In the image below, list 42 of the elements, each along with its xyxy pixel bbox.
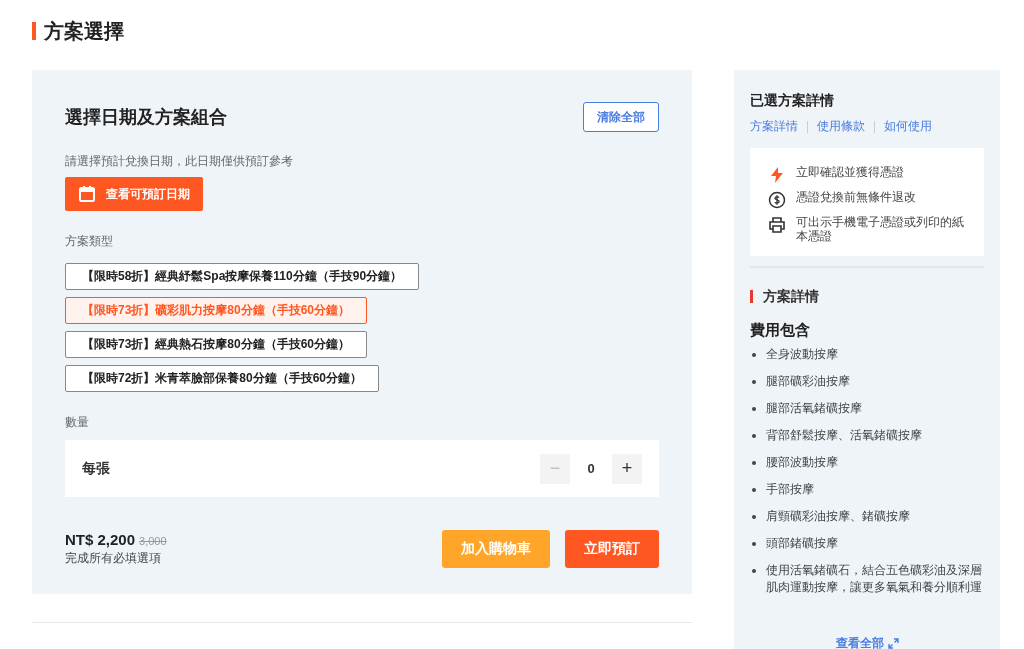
plan-type-label: 方案類型 xyxy=(65,233,114,250)
quantity-value: 0 xyxy=(586,461,596,476)
plus-button[interactable]: + xyxy=(612,453,642,484)
book-now-button[interactable]: 立即預訂 xyxy=(565,530,659,568)
feature-text: 可出示手機電子憑證或列印的紙本憑證 xyxy=(796,215,965,244)
included-item: 肩頸礦彩油按摩、鍺礦按摩 xyxy=(766,508,910,524)
included-item: 腰部波動按摩 xyxy=(766,454,838,470)
included-item: 全身波動按摩 xyxy=(766,346,838,362)
plan-details-heading: 方案詳情 xyxy=(763,287,819,306)
price: NT$ 2,200 xyxy=(65,531,136,548)
plan-option[interactable]: 【限時73折】礦彩肌力按摩80分鐘（手技60分鐘） xyxy=(65,297,368,324)
clear-button[interactable]: 清除全部 xyxy=(583,102,659,132)
dollar-icon xyxy=(768,191,786,209)
printer-icon xyxy=(768,216,786,234)
included-item: 頭部鍺礦按摩 xyxy=(766,535,838,551)
expand-icon xyxy=(887,638,899,649)
lightning-icon xyxy=(768,166,786,184)
includes-title: 費用包含 xyxy=(750,320,811,340)
feature-text: 憑證兌換前無條件退改 xyxy=(796,190,916,205)
date-button[interactable]: 查看可預訂日期 xyxy=(65,177,203,211)
details-link[interactable]: 使用條款 xyxy=(817,118,865,135)
included-item: 腿部礦彩油按摩 xyxy=(766,373,850,389)
included-item: 背部舒鬆按摩、活氧鍺礦按摩 xyxy=(766,427,922,443)
included-item: 使用活氧鍺礦石，結合五色礦彩油及深層肌肉運動按摩，讓更多氧氣和養分順利運 xyxy=(766,562,983,595)
plan-option[interactable]: 【限時72折】米青萃臉部保養80分鐘（手技60分鐘） xyxy=(65,365,380,392)
calendar-icon xyxy=(78,185,96,203)
feature-text: 立即確認並獲得憑證 xyxy=(796,165,904,180)
page-title: 方案選擇 xyxy=(44,18,124,44)
details-link[interactable]: 方案詳情 xyxy=(750,118,798,135)
included-item: 手部按摩 xyxy=(766,481,814,497)
price-note: 完成所有必填選項 xyxy=(65,550,162,567)
section-title: 選擇日期及方案組合 xyxy=(65,106,227,129)
original-price: 3,000 xyxy=(139,535,167,547)
unit-label: 每張 xyxy=(82,459,110,478)
details-title: 已選方案詳情 xyxy=(750,92,835,110)
details-link[interactable]: 如何使用 xyxy=(884,118,932,135)
add-to-cart-button[interactable]: 加入購物車 xyxy=(442,530,550,568)
plan-option[interactable]: 【限時73折】經典熱石按摩80分鐘（手技60分鐘） xyxy=(65,331,368,358)
date-hint: 請選擇預計兌換日期，此日期僅供預訂參考 xyxy=(65,153,294,170)
quantity-label: 數量 xyxy=(65,414,90,431)
plan-option[interactable]: 【限時58折】經典紓鬆Spa按摩保養110分鐘（手技90分鐘） xyxy=(65,263,420,290)
included-item: 腿部活氧鍺礦按摩 xyxy=(766,400,862,416)
